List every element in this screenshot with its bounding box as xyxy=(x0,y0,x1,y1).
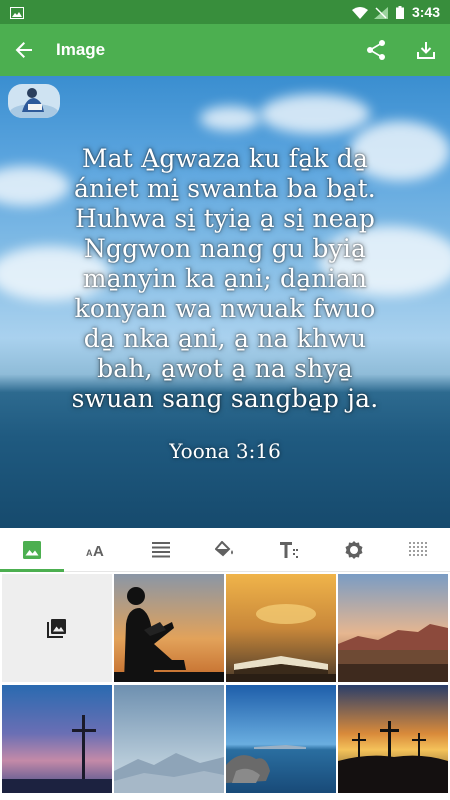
logo-avatar xyxy=(8,84,60,118)
three-crosses-image xyxy=(338,685,448,793)
back-button[interactable] xyxy=(12,38,36,62)
verse-text: Mat A̱gwaza ku fa̱k da̱ ániet mi̱ swanta… xyxy=(20,144,430,414)
misty-mountains-image xyxy=(114,685,224,793)
verse-line: ániet mi̱ swanta ba ba̱t. xyxy=(74,174,376,203)
verse-line: ma̱nyin ka a̱ni; da̱nian xyxy=(82,264,368,293)
download-button[interactable] xyxy=(414,38,438,62)
verse-line: Mat A̱gwaza ku fa̱k da̱ xyxy=(81,144,369,173)
share-button[interactable] xyxy=(364,38,388,62)
thumbnail-desert-mountains[interactable] xyxy=(338,574,448,682)
tab-align[interactable] xyxy=(129,528,193,572)
fill-color-icon xyxy=(214,541,233,557)
svg-text:A: A xyxy=(93,543,104,558)
pattern-icon xyxy=(408,542,427,556)
settings-icon xyxy=(345,541,363,559)
arrow-back-icon xyxy=(15,42,32,58)
photo-library-icon xyxy=(47,619,66,638)
tab-settings[interactable] xyxy=(321,528,385,572)
thumbnail-cross-dusk[interactable] xyxy=(2,685,112,793)
cloud xyxy=(200,106,260,131)
thumbnail-boy-reading[interactable] xyxy=(114,574,224,682)
status-time: 3:43 xyxy=(411,4,440,20)
boy-reading-image xyxy=(114,574,224,682)
verse-line: Nggwon nang gu byia̱ xyxy=(83,234,367,263)
cross-dusk-image xyxy=(2,685,112,793)
svg-text:A: A xyxy=(86,548,93,558)
share-icon xyxy=(367,40,385,60)
lake-rocks-image xyxy=(226,685,336,793)
wifi-icon xyxy=(351,6,368,19)
reader-logo-icon xyxy=(10,88,58,118)
battery-icon xyxy=(395,6,404,19)
tool-tabs: AA xyxy=(0,528,450,572)
verse-reference: Yoona 3:16 xyxy=(169,439,281,463)
app-bar: Image xyxy=(0,24,450,76)
text-size-icon: AA xyxy=(86,543,104,558)
tab-fill-color[interactable] xyxy=(193,528,257,572)
page-title: Image xyxy=(56,40,106,59)
add-photo-tile[interactable] xyxy=(2,574,112,682)
gallery-notification-icon xyxy=(10,6,24,19)
thumbnail-lake-rocks[interactable] xyxy=(226,685,336,793)
thumbnail-misty-mountains[interactable] xyxy=(114,685,224,793)
align-icon xyxy=(151,542,170,558)
verse-line: bah, a̱wot a̱ na shya̱ xyxy=(97,354,353,383)
cloud xyxy=(260,94,370,134)
desert-mountains-image xyxy=(338,574,448,682)
image-icon xyxy=(23,541,42,559)
tab-image[interactable] xyxy=(0,528,65,572)
status-bar: 3:43 xyxy=(0,0,450,24)
download-icon xyxy=(417,42,435,59)
verse-line: Huhwa si̱ tyia̱ a̱ si̱ neap xyxy=(74,204,376,233)
text-format-icon xyxy=(280,542,299,558)
background-grid xyxy=(0,572,450,800)
verse-image[interactable]: Mat A̱gwaza ku fa̱k da̱ ániet mi̱ swanta… xyxy=(0,76,450,528)
thumbnail-three-crosses[interactable] xyxy=(338,685,448,793)
verse-line: konyan wa nwuak fwuo xyxy=(74,294,376,323)
open-book-image xyxy=(226,574,336,682)
verse-line: da̱ nka a̱ni, a̱ na khwu xyxy=(83,324,367,353)
tab-text-size[interactable]: AA xyxy=(64,528,128,572)
verse-line: swuan sang sangba̱p ja. xyxy=(71,384,379,413)
thumbnail-open-book[interactable] xyxy=(226,574,336,682)
no-signal-icon xyxy=(373,6,388,19)
tab-pattern[interactable] xyxy=(386,528,450,572)
tab-text-format[interactable] xyxy=(257,528,321,572)
